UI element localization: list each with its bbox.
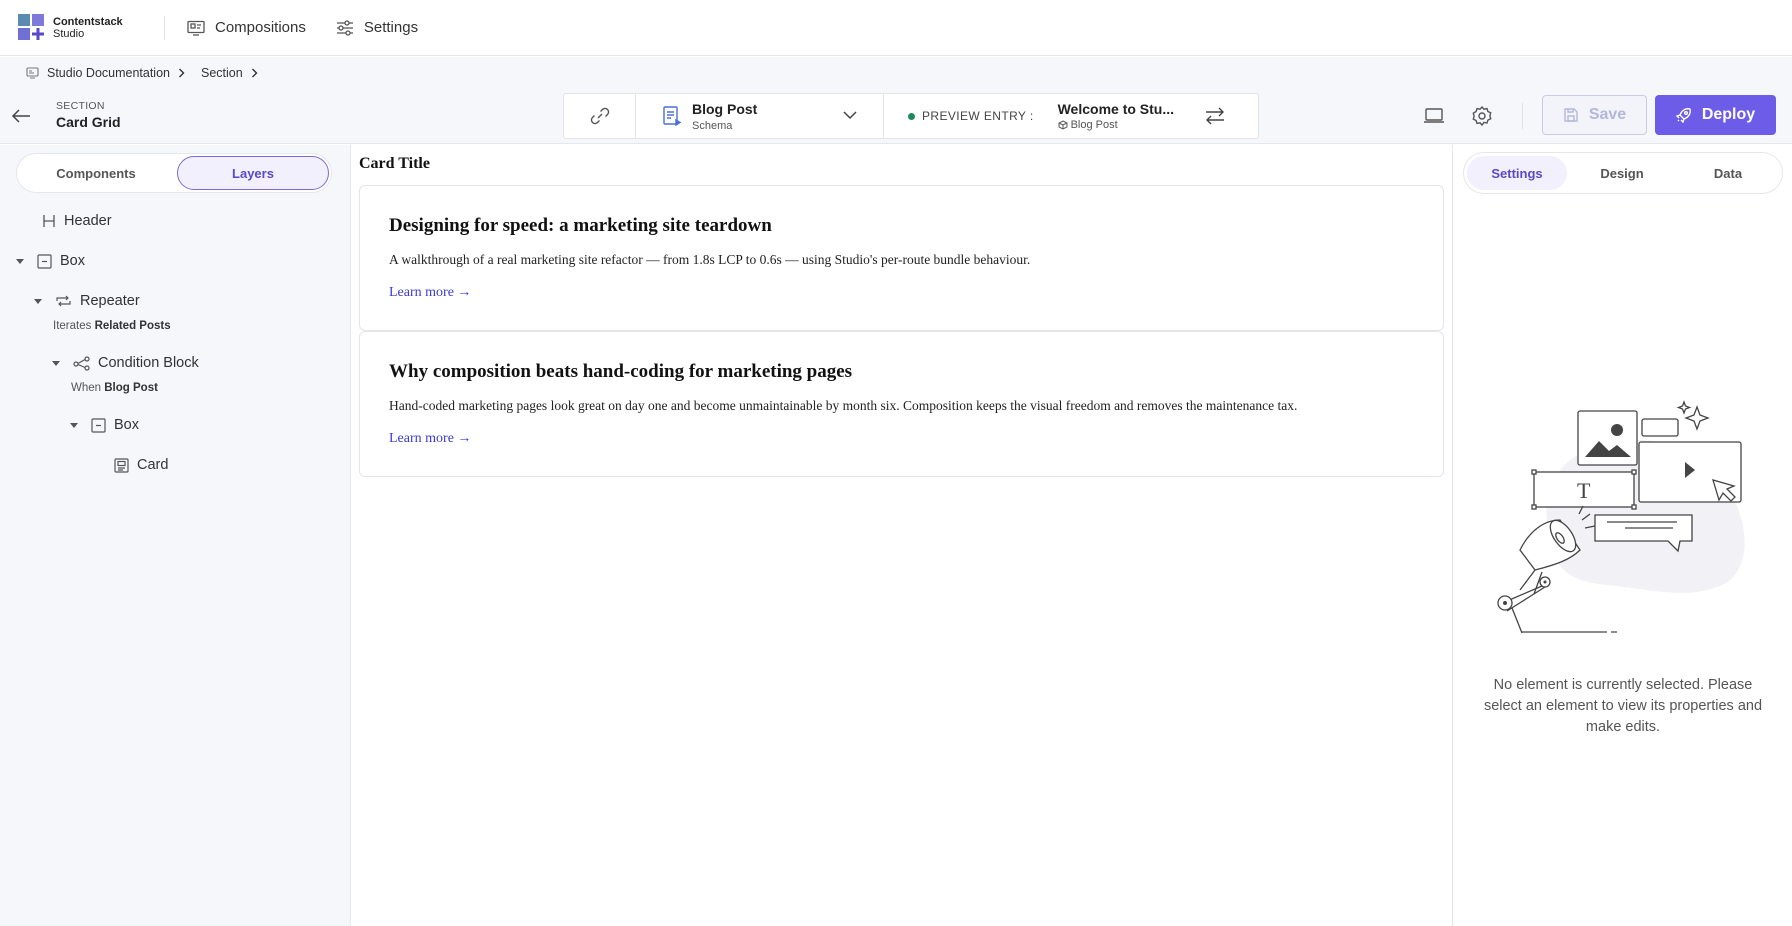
layer-label: Card xyxy=(137,457,169,473)
settings-button[interactable] xyxy=(1471,105,1493,127)
tab-design[interactable]: Design xyxy=(1572,156,1672,190)
card-icon xyxy=(114,457,129,473)
caret-down-icon[interactable] xyxy=(70,422,78,428)
deploy-label: Deploy xyxy=(1701,106,1756,123)
tab-components[interactable]: Components xyxy=(19,156,173,190)
empty-state-illustration: T xyxy=(1497,400,1745,634)
condition-subtitle: When Blog Post xyxy=(71,382,158,394)
layer-box-nested[interactable]: Box xyxy=(70,417,139,433)
card-body: Hand-coded marketing pages look great on… xyxy=(389,398,1298,413)
caret-down-icon[interactable] xyxy=(34,298,42,304)
preview-entry-type: Blog Post xyxy=(1070,119,1118,131)
layer-label: Box xyxy=(60,253,85,269)
compositions-icon xyxy=(187,20,205,36)
composition-icon xyxy=(26,67,39,79)
learn-more-link[interactable]: Learn more → xyxy=(389,431,471,447)
properties-tabs: Settings Design Data xyxy=(1463,152,1783,194)
device-preview-button[interactable] xyxy=(1423,105,1445,125)
logo-icon xyxy=(18,13,46,42)
layer-label: Header xyxy=(64,213,112,229)
arrow-left-icon xyxy=(11,109,30,123)
link-icon xyxy=(590,107,609,125)
nav-item-label: Compositions xyxy=(215,19,306,36)
schema-icon xyxy=(663,106,682,127)
preview-canvas: Card Title Designing for speed: a market… xyxy=(352,145,1452,926)
save-label: Save xyxy=(1588,106,1627,123)
properties-panel: Settings Design Data T No element is cur… xyxy=(1452,145,1792,926)
caret-down-icon[interactable] xyxy=(16,258,24,264)
tab-data[interactable]: Data xyxy=(1678,156,1778,190)
preview-entry-selector[interactable]: PREVIEW ENTRY : Welcome to Stu... Blog P… xyxy=(884,94,1258,138)
caret-down-icon[interactable] xyxy=(52,360,60,366)
app-logo[interactable]: Contentstack Studio xyxy=(18,13,160,42)
back-button[interactable] xyxy=(10,105,32,127)
layer-label: Condition Block xyxy=(98,355,199,371)
schema-subtitle: Schema xyxy=(692,119,733,132)
deploy-button[interactable]: Deploy xyxy=(1655,95,1776,135)
live-status-dot xyxy=(908,112,915,120)
nav-divider xyxy=(164,15,165,40)
chevron-right-icon xyxy=(251,68,266,78)
tab-layers[interactable]: Layers xyxy=(177,156,329,190)
top-navigation: Contentstack Studio Compositions Setting… xyxy=(0,0,1792,56)
content-type-icon xyxy=(1058,120,1068,130)
learn-more-link[interactable]: Learn more → xyxy=(389,285,471,301)
box-icon xyxy=(91,417,106,433)
card-grid-title[interactable]: Card Title xyxy=(359,155,430,173)
brand-name: Contentstack xyxy=(53,15,123,28)
preview-entry-name: Welcome to Stu... xyxy=(1057,101,1175,117)
svg-text:T: T xyxy=(1577,478,1591,503)
sliders-icon xyxy=(336,19,353,36)
breadcrumb-item-documentation[interactable]: Studio Documentation xyxy=(47,66,170,80)
header-icon xyxy=(43,215,55,227)
box-icon xyxy=(37,253,52,269)
repeater-subtitle: Iterates Related Posts xyxy=(53,320,171,332)
layer-box[interactable]: Box xyxy=(16,253,85,269)
nav-item-compositions[interactable]: Compositions xyxy=(187,19,306,36)
toolbar-divider xyxy=(1522,103,1523,129)
layer-condition-block[interactable]: Condition Block xyxy=(52,355,199,371)
brand-product: Studio xyxy=(53,27,85,40)
layer-card[interactable]: Card xyxy=(114,457,168,473)
editor-toolbar: SECTION Card Grid Blog Post Schema PREVI… xyxy=(0,89,1792,144)
save-icon xyxy=(1564,108,1578,122)
breadcrumb-item-section[interactable]: Section xyxy=(201,66,243,80)
layer-label: Repeater xyxy=(80,293,140,309)
swap-entry-button[interactable] xyxy=(1204,106,1226,126)
card-heading: Why composition beats hand-coding for ma… xyxy=(389,361,853,382)
preview-bar: Blog Post Schema PREVIEW ENTRY : Welcome… xyxy=(563,93,1259,139)
card[interactable]: Designing for speed: a marketing site te… xyxy=(359,185,1444,331)
card-body: A walkthrough of a real marketing site r… xyxy=(389,252,1031,267)
schema-name: Blog Post xyxy=(692,100,758,117)
card-heading: Designing for speed: a marketing site te… xyxy=(389,215,772,236)
condition-icon xyxy=(73,355,90,371)
empty-state-message: No element is currently selected. Please… xyxy=(1483,677,1763,735)
tab-settings[interactable]: Settings xyxy=(1467,156,1567,190)
chevron-down-icon xyxy=(843,111,857,120)
rocket-icon xyxy=(1675,108,1691,123)
save-button[interactable]: Save xyxy=(1542,95,1647,135)
section-title: Card Grid xyxy=(56,114,121,130)
nav-item-label: Settings xyxy=(363,19,419,36)
chevron-right-icon xyxy=(178,68,193,78)
swap-icon xyxy=(1206,107,1224,125)
left-panel: Components Layers Header Box Repeater It… xyxy=(0,145,351,926)
layer-header[interactable]: Header xyxy=(42,213,112,229)
card[interactable]: Why composition beats hand-coding for ma… xyxy=(359,331,1444,477)
breadcrumb: Studio Documentation Section xyxy=(0,57,1792,89)
section-label: SECTION xyxy=(56,100,105,112)
layer-label: Box xyxy=(114,417,139,433)
schema-selector[interactable]: Blog Post Schema xyxy=(636,94,884,138)
laptop-icon xyxy=(1424,108,1444,123)
panel-tabs: Components Layers xyxy=(16,153,332,193)
gear-icon xyxy=(1472,105,1492,127)
link-button[interactable] xyxy=(564,94,636,138)
preview-entry-label: PREVIEW ENTRY : xyxy=(922,109,1034,123)
layer-repeater[interactable]: Repeater xyxy=(34,293,140,309)
repeater-icon xyxy=(56,295,71,307)
nav-item-settings[interactable]: Settings xyxy=(336,19,418,36)
